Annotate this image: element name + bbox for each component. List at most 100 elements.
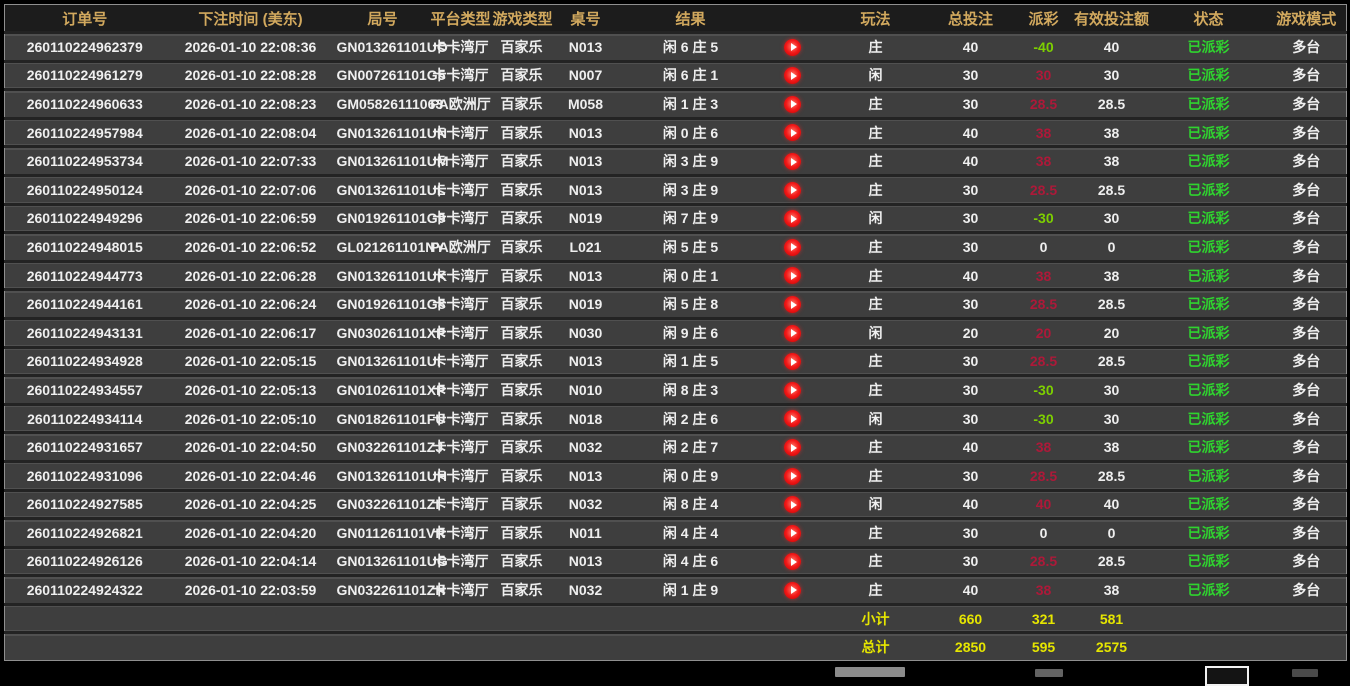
replay-play-circle-icon[interactable] <box>784 382 801 399</box>
cell-game_mode: 多台 <box>1267 318 1347 347</box>
summary-total-bet: 660 <box>927 604 1015 633</box>
cell-play: 庄 <box>825 175 927 204</box>
cell-result: 闲 4 庄 4 <box>621 519 761 548</box>
cell-result: 闲 2 庄 7 <box>621 433 761 462</box>
cell-replay <box>761 490 825 519</box>
replay-play-circle-icon[interactable] <box>784 96 801 113</box>
footer-partial-button[interactable] <box>1292 669 1318 677</box>
replay-play-circle-icon[interactable] <box>784 468 801 485</box>
cell-table_no: M058 <box>551 90 621 119</box>
cell-status: 已派彩 <box>1151 576 1267 605</box>
replay-play-circle-icon[interactable] <box>784 353 801 370</box>
summary-valid-bet: 581 <box>1073 604 1151 633</box>
replay-play-circle-icon[interactable] <box>784 496 801 513</box>
cell-valid_bet: 28.5 <box>1073 461 1151 490</box>
cell-result: 闲 2 庄 6 <box>621 404 761 433</box>
cell-result: 闲 8 庄 4 <box>621 490 761 519</box>
cell-table_no: N032 <box>551 576 621 605</box>
page-number-input[interactable] <box>1205 666 1249 686</box>
cell-game_type: 百家乐 <box>493 347 551 376</box>
table-row: 2601102249243222026-01-10 22:03:59GN0322… <box>5 576 1347 605</box>
cell-game_mode: 多台 <box>1267 261 1347 290</box>
cell-status: 已派彩 <box>1151 261 1267 290</box>
cell-round_id: GN013261101UL <box>337 175 429 204</box>
cell-total_bet: 30 <box>927 204 1015 233</box>
replay-play-circle-icon[interactable] <box>784 410 801 427</box>
cell-order_id: 260110224926821 <box>5 519 165 548</box>
cell-bet_time: 2026-01-10 22:04:20 <box>165 519 337 548</box>
cell-game_mode: 多台 <box>1267 547 1347 576</box>
cell-bet_time: 2026-01-10 22:08:28 <box>165 61 337 90</box>
cell-bet_time: 2026-01-10 22:04:46 <box>165 461 337 490</box>
cell-payout: 0 <box>1015 519 1073 548</box>
col-header-game_mode: 游戏模式 <box>1267 5 1347 33</box>
replay-play-circle-icon[interactable] <box>784 582 801 599</box>
cell-valid_bet: 30 <box>1073 404 1151 433</box>
cell-game_type: 百家乐 <box>493 233 551 262</box>
replay-play-circle-icon[interactable] <box>784 325 801 342</box>
cell-payout: 30 <box>1015 61 1073 90</box>
table-row: 2601102249275852026-01-10 22:04:25GN0322… <box>5 490 1347 519</box>
cell-order_id: 260110224926126 <box>5 547 165 576</box>
cell-total_bet: 30 <box>927 461 1015 490</box>
cell-status: 已派彩 <box>1151 376 1267 405</box>
cell-payout: -30 <box>1015 376 1073 405</box>
cell-valid_bet: 28.5 <box>1073 175 1151 204</box>
cell-total_bet: 30 <box>927 175 1015 204</box>
cell-replay <box>761 461 825 490</box>
cell-play: 庄 <box>825 290 927 319</box>
cell-play: 闲 <box>825 204 927 233</box>
col-header-bet_time: 下注时间 (美东) <box>165 5 337 33</box>
table-row: 2601102249501242026-01-10 22:07:06GN0132… <box>5 175 1347 204</box>
table-row: 2601102249349282026-01-10 22:05:15GN0132… <box>5 347 1347 376</box>
replay-play-circle-icon[interactable] <box>784 296 801 313</box>
cell-replay <box>761 204 825 233</box>
cell-game_mode: 多台 <box>1267 147 1347 176</box>
cell-status: 已派彩 <box>1151 433 1267 462</box>
cell-replay <box>761 547 825 576</box>
cell-bet_time: 2026-01-10 22:04:14 <box>165 547 337 576</box>
replay-play-circle-icon[interactable] <box>784 439 801 456</box>
cell-result: 闲 0 庄 9 <box>621 461 761 490</box>
cell-result: 闲 5 庄 8 <box>621 290 761 319</box>
cell-total_bet: 30 <box>927 233 1015 262</box>
cell-status: 已派彩 <box>1151 61 1267 90</box>
cell-total_bet: 20 <box>927 318 1015 347</box>
replay-play-circle-icon[interactable] <box>784 67 801 84</box>
table-row: 2601102249623792026-01-10 22:08:36GN0132… <box>5 33 1347 62</box>
cell-game_type: 百家乐 <box>493 318 551 347</box>
replay-play-circle-icon[interactable] <box>784 39 801 56</box>
cell-play: 庄 <box>825 33 927 62</box>
cell-platform: 卡卡湾厅 <box>429 519 493 548</box>
summary-label: 小计 <box>825 604 927 633</box>
replay-play-circle-icon[interactable] <box>784 239 801 256</box>
cell-game_mode: 多台 <box>1267 118 1347 147</box>
replay-play-circle-icon[interactable] <box>784 525 801 542</box>
cell-status: 已派彩 <box>1151 204 1267 233</box>
cell-result: 闲 1 庄 3 <box>621 90 761 119</box>
cell-replay <box>761 147 825 176</box>
cell-replay <box>761 318 825 347</box>
replay-play-circle-icon[interactable] <box>784 182 801 199</box>
cell-round_id: GN032261101ZI <box>337 490 429 519</box>
cell-game_type: 百家乐 <box>493 433 551 462</box>
replay-play-circle-icon[interactable] <box>784 153 801 170</box>
cell-table_no: N032 <box>551 490 621 519</box>
cell-valid_bet: 30 <box>1073 376 1151 405</box>
replay-play-circle-icon[interactable] <box>784 210 801 227</box>
cell-order_id: 260110224950124 <box>5 175 165 204</box>
replay-play-circle-icon[interactable] <box>784 124 801 141</box>
cell-payout: 28.5 <box>1015 347 1073 376</box>
cell-replay <box>761 290 825 319</box>
cell-round_id: GN011261101VR <box>337 519 429 548</box>
replay-play-circle-icon[interactable] <box>784 267 801 284</box>
col-header-total_bet: 总投注 <box>927 5 1015 33</box>
cell-payout: -30 <box>1015 404 1073 433</box>
replay-play-circle-icon[interactable] <box>784 553 801 570</box>
table-row: 2601102249480152026-01-10 22:06:52GL0212… <box>5 233 1347 262</box>
cell-game_mode: 多台 <box>1267 376 1347 405</box>
cell-valid_bet: 38 <box>1073 261 1151 290</box>
cell-bet_time: 2026-01-10 22:06:59 <box>165 204 337 233</box>
cell-replay <box>761 404 825 433</box>
cell-table_no: N013 <box>551 175 621 204</box>
